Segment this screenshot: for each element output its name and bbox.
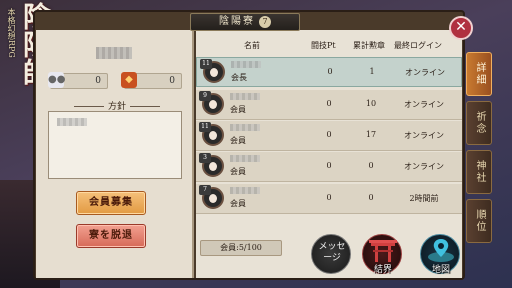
member-name-blurred (230, 155, 260, 162)
avatar-face (209, 162, 217, 171)
recruit-members-button[interactable]: 会員募集 (76, 191, 146, 215)
member-last-login: オンライン (405, 68, 445, 77)
policy-textbox[interactable] (48, 111, 182, 179)
member-last-login: オンライン (404, 100, 444, 109)
col-header-login: 最終ログイン (394, 41, 442, 50)
member-name-blurred (230, 93, 260, 100)
col-header-medals: 累計勲章 (353, 41, 385, 50)
member-row[interactable]: 7 会員 0 0 2時間前 (196, 184, 462, 214)
tab-shrine[interactable]: 神社 (466, 150, 492, 194)
map-label: 地図 (431, 265, 450, 275)
message-button[interactable]: メッセージ (311, 234, 351, 274)
map-button[interactable]: 地図 (420, 234, 460, 275)
guild-level-badge: 7 (259, 15, 271, 28)
stat-value-treasure: 0 (169, 76, 175, 86)
kekkai-button[interactable]: 結界 (362, 234, 402, 275)
avatar-face (209, 131, 217, 140)
member-pt: 0 (327, 67, 333, 76)
member-row[interactable]: 11 会員 0 17 オンライン (196, 121, 462, 151)
member-pt: 0 (326, 130, 332, 139)
member-pt: 0 (326, 161, 332, 170)
member-level: 11 (199, 122, 211, 132)
member-level: 7 (199, 185, 211, 195)
avatar-face (210, 68, 218, 77)
tab-prayer[interactable]: 祈念 (466, 101, 492, 145)
member-avatar[interactable]: 11 (200, 59, 225, 83)
member-row[interactable]: 3 会員 0 0 オンライン (196, 152, 462, 182)
member-name-blurred (231, 61, 261, 68)
member-level: 9 (199, 91, 211, 101)
treasure-icon: ◆ (121, 72, 137, 88)
avatar-face (209, 100, 217, 109)
guild-name-blurred (96, 47, 132, 59)
member-last-login: オンライン (404, 131, 444, 140)
panel-title: 陰陽寮 7 (190, 13, 300, 31)
member-avatar[interactable]: 3 (199, 153, 224, 177)
map-pin-icon (428, 239, 454, 262)
leave-guild-button[interactable]: 寮を脱退 (76, 224, 146, 248)
tab-details[interactable]: 詳細 (466, 52, 492, 96)
member-role: 会員 (230, 105, 246, 114)
member-count: 会員:5/100 (200, 240, 282, 256)
member-row[interactable]: 9 会員 0 10 オンライン (196, 90, 462, 120)
member-medals: 1 (369, 67, 375, 76)
panel-title-text: 陰陽寮 (219, 16, 255, 27)
member-role: 会長 (231, 73, 247, 82)
member-medals: 0 (368, 161, 374, 170)
member-avatar[interactable]: 9 (199, 91, 224, 115)
member-last-login: 2時間前 (409, 194, 439, 203)
member-medals: 17 (365, 130, 377, 139)
avatar-face (209, 194, 217, 203)
tab-ranking[interactable]: 順位 (466, 199, 492, 243)
member-medals: 10 (365, 99, 377, 108)
stat-value-orbs: 0 (95, 76, 101, 86)
member-role: 会員 (230, 167, 246, 176)
spirit-orb-icon: ●● (48, 72, 65, 88)
member-avatar[interactable]: 11 (199, 122, 224, 146)
torii-icon (369, 240, 397, 262)
member-last-login: オンライン (404, 162, 444, 171)
kekkai-label: 結界 (373, 265, 392, 275)
member-role: 会員 (230, 199, 246, 208)
close-button[interactable]: ✕ (449, 16, 473, 40)
col-header-name: 名前 (244, 41, 260, 50)
member-medals: 0 (368, 193, 374, 202)
member-pt: 0 (326, 99, 332, 108)
member-name-blurred (230, 187, 260, 194)
logo-subtitle: 本格幻想RPG (7, 8, 16, 58)
member-pt: 0 (326, 193, 332, 202)
member-level: 3 (199, 153, 211, 163)
policy-text-blurred (57, 118, 87, 126)
message-label: メッセージ (318, 242, 346, 263)
member-name-blurred (230, 124, 260, 131)
member-row[interactable]: 11 会長 0 1 オンライン (196, 57, 462, 87)
col-header-pt: 闘技Pt (311, 41, 336, 50)
member-role: 会員 (230, 136, 246, 145)
member-avatar[interactable]: 7 (199, 185, 224, 209)
member-level: 11 (200, 59, 212, 69)
